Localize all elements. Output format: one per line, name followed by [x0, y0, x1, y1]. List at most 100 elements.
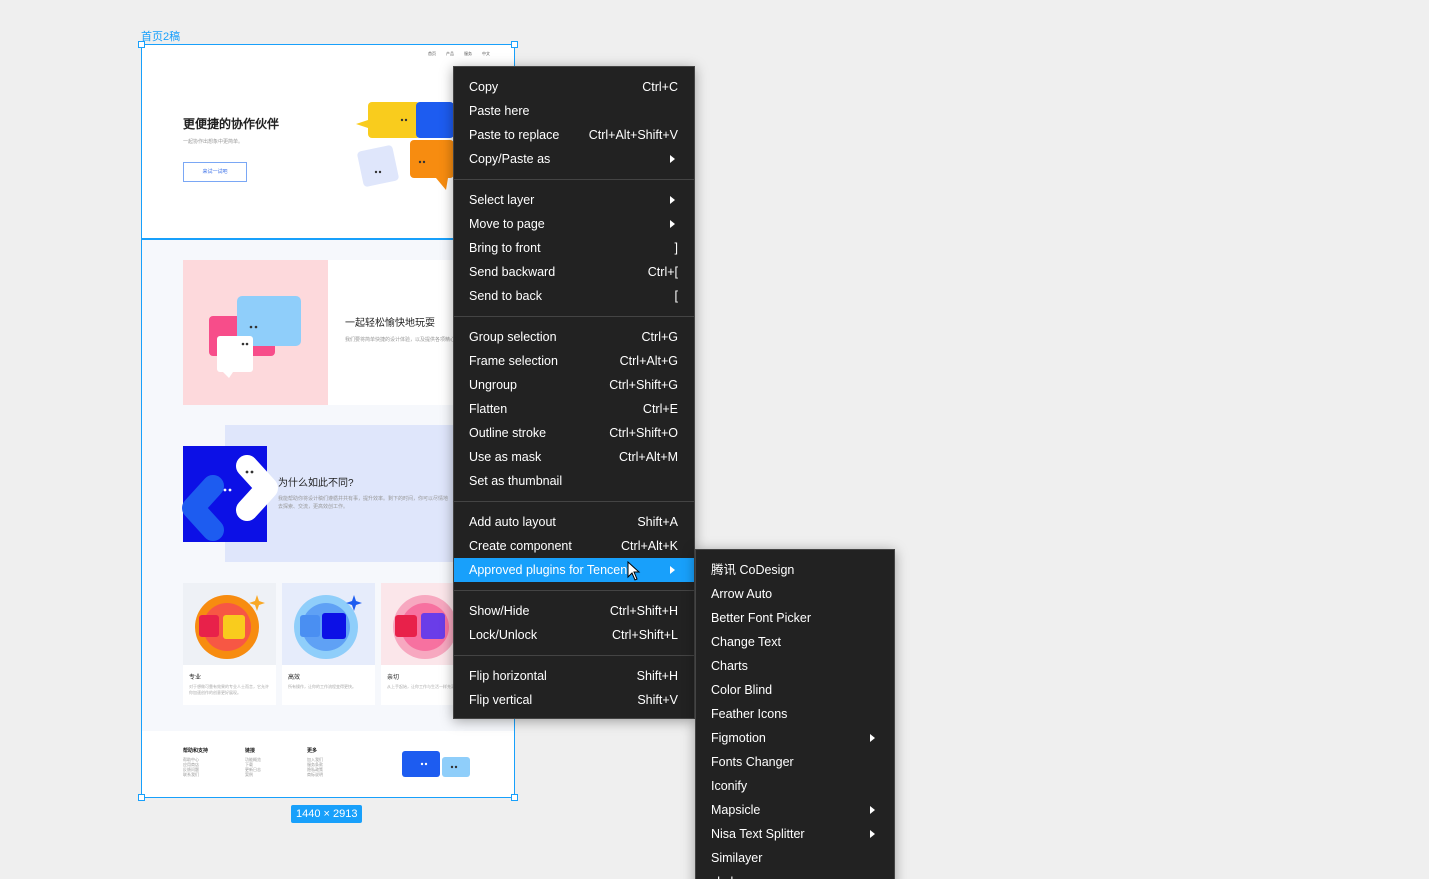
menu-item-shortcut: Shift+H	[636, 669, 678, 683]
plugins-submenu: 腾讯 CoDesign Arrow Auto Better Font Picker C…	[695, 549, 895, 879]
menu-item-send-to-back[interactable]: Send to back [	[454, 284, 694, 308]
submenu-arrow-icon	[670, 196, 675, 204]
menu-item-shortcut: Ctrl+Shift+H	[609, 604, 678, 618]
menu-item-paste-here[interactable]: Paste here	[454, 99, 694, 123]
menu-item-shortcut: Ctrl+E	[642, 402, 678, 416]
menu-item-label: Move to page	[469, 217, 545, 231]
menu-separator	[454, 655, 694, 656]
menu-item-select-layer[interactable]: Select layer	[454, 188, 694, 212]
menu-item-label: Use as mask	[469, 450, 542, 464]
menu-item-show-hide[interactable]: Show/Hide Ctrl+Shift+H	[454, 599, 694, 623]
hero-subtitle: 一起协作出想象中更简单。	[183, 139, 244, 145]
hero-button: 来试一试吧	[183, 162, 247, 182]
menu-item-label: Send to back	[469, 289, 542, 303]
plugin-item-label: Color Blind	[711, 683, 773, 697]
menu-item-move-to-page[interactable]: Move to page	[454, 212, 694, 236]
menu-item-copy-paste-as[interactable]: Copy/Paste as	[454, 147, 694, 171]
submenu-arrow-icon	[670, 220, 675, 228]
feature-card: 专业 对于想做可靠有效果的专业人士而言，它允许你加速创作的创意更好展现。	[183, 583, 276, 705]
menu-item-group-selection[interactable]: Group selection Ctrl+G	[454, 325, 694, 349]
section-play-title: 一起轻松愉快地玩耍	[345, 318, 435, 329]
submenu-arrow-icon	[870, 734, 875, 742]
plugin-item[interactable]: Better Font Picker	[696, 606, 894, 630]
footer-column: 帮助和支持 帮助中心 应用商店 反馈问题 联系我们	[183, 747, 208, 777]
feature-card-image	[282, 583, 375, 665]
menu-item-send-backward[interactable]: Send backward Ctrl+[	[454, 260, 694, 284]
menu-item-use-as-mask[interactable]: Use as mask Ctrl+Alt+M	[454, 445, 694, 469]
plugin-item-label: Similayer	[711, 851, 763, 865]
menu-item-approved-plugins-for-tencent[interactable]: Approved plugins for Tencent	[454, 558, 694, 582]
menu-item-flatten[interactable]: Flatten Ctrl+E	[454, 397, 694, 421]
plugin-item-label: skala	[711, 870, 740, 879]
menu-item-shortcut: Ctrl+Shift+L	[611, 628, 678, 642]
menu-item-paste-to-replace[interactable]: Paste to replace Ctrl+Alt+Shift+V	[454, 123, 694, 147]
menu-item-flip-horizontal[interactable]: Flip horizontal Shift+H	[454, 664, 694, 688]
section-different-title: 为什么如此不同?	[278, 478, 354, 489]
menu-separator	[454, 316, 694, 317]
plugin-item[interactable]: Change Text	[696, 630, 894, 654]
resize-handle-bottom-left[interactable]	[138, 794, 145, 801]
frame-name-label[interactable]: 首页2稿	[141, 28, 180, 44]
mouse-cursor-icon	[627, 561, 641, 581]
plugin-item[interactable]: Arrow Auto	[696, 582, 894, 606]
feature-card-text: 对于想做可靠有效果的专业人士而言，它允许你加速创作的创意更好展现。	[189, 684, 269, 695]
menu-item-shortcut: Ctrl+G	[641, 330, 678, 344]
menu-item-frame-selection[interactable]: Frame selection Ctrl+Alt+G	[454, 349, 694, 373]
menu-item-copy[interactable]: Copy Ctrl+C	[454, 75, 694, 99]
menu-item-shortcut: Ctrl+Alt+Shift+V	[588, 128, 678, 142]
menu-item-label: Group selection	[469, 330, 557, 344]
menu-item-label: Select layer	[469, 193, 535, 207]
menu-item-label: Frame selection	[469, 354, 558, 368]
plugin-item-label: Change Text	[711, 635, 781, 649]
menu-item-lock-unlock[interactable]: Lock/Unlock Ctrl+Shift+L	[454, 623, 694, 647]
plugin-item-label: Nisa Text Splitter	[711, 827, 805, 841]
menu-item-label: Flatten	[469, 402, 508, 416]
menu-item-shortcut: Ctrl+Alt+K	[621, 539, 678, 553]
menu-item-create-component[interactable]: Create component Ctrl+Alt+K	[454, 534, 694, 558]
menu-item-set-as-thumbnail[interactable]: Set as thumbnail	[454, 469, 694, 493]
footer-link: 联系我们	[183, 772, 199, 777]
plugin-item[interactable]: skala	[696, 870, 894, 879]
footer-column-heading: 帮助和支持	[183, 748, 209, 754]
footer-column-heading: 更多	[307, 748, 318, 754]
plugin-item[interactable]: 腾讯 CoDesign	[696, 558, 894, 582]
plugin-item[interactable]: Mapsicle	[696, 798, 894, 822]
menu-item-outline-stroke[interactable]: Outline stroke Ctrl+Shift+O	[454, 421, 694, 445]
plugin-item[interactable]: Figmotion	[696, 726, 894, 750]
plugin-item[interactable]: Similayer	[696, 846, 894, 870]
menu-item-label: Flip horizontal	[469, 669, 547, 683]
resize-handle-top-left[interactable]	[138, 41, 145, 48]
menu-item-label: Flip vertical	[469, 693, 533, 707]
chat-bubbles-illustration	[209, 296, 301, 378]
menu-item-bring-to-front[interactable]: Bring to front]	[454, 236, 694, 260]
menu-item-shortcut: [	[674, 289, 678, 303]
nav-item: 首页	[428, 51, 436, 56]
plugin-item[interactable]: Iconify	[696, 774, 894, 798]
plugin-item-label: Iconify	[711, 779, 748, 793]
footer-logo-bubbles	[402, 751, 470, 777]
resize-handle-top-right[interactable]	[511, 41, 518, 48]
feature-card-image	[183, 583, 276, 665]
feature-card: 高效 所有操作，让你的工作流程变得更快。	[282, 583, 375, 705]
plugin-item[interactable]: Fonts Changer	[696, 750, 894, 774]
resize-handle-bottom-right[interactable]	[511, 794, 518, 801]
footer-column-heading: 链接	[245, 748, 256, 754]
menu-item-label: Approved plugins for Tencent	[469, 563, 631, 577]
menu-item-label: Paste to replace	[469, 128, 560, 142]
hero-title: 更便捷的协作伙伴	[183, 117, 280, 131]
menu-item-ungroup[interactable]: Ungroup Ctrl+Shift+G	[454, 373, 694, 397]
menu-item-label: Send backward	[469, 265, 556, 279]
menu-item-shortcut: Ctrl+Alt+M	[618, 450, 678, 464]
frame-size-badge: 1440 × 2913	[291, 805, 363, 823]
footer-link: 商标说明	[307, 772, 323, 777]
nav-item: 产品	[446, 51, 454, 56]
menu-item-flip-vertical[interactable]: Flip vertical Shift+V	[454, 688, 694, 712]
menu-item-add-auto-layout[interactable]: Add auto layout Shift+A	[454, 510, 694, 534]
plugin-item[interactable]: Nisa Text Splitter	[696, 822, 894, 846]
feature-card-title: 亲切	[387, 675, 400, 681]
plugin-item[interactable]: Feather Icons	[696, 702, 894, 726]
plugin-item[interactable]: Charts	[696, 654, 894, 678]
feature-illustration-efficient	[294, 595, 362, 659]
menu-item-shortcut: ]	[674, 241, 678, 255]
plugin-item[interactable]: Color Blind	[696, 678, 894, 702]
